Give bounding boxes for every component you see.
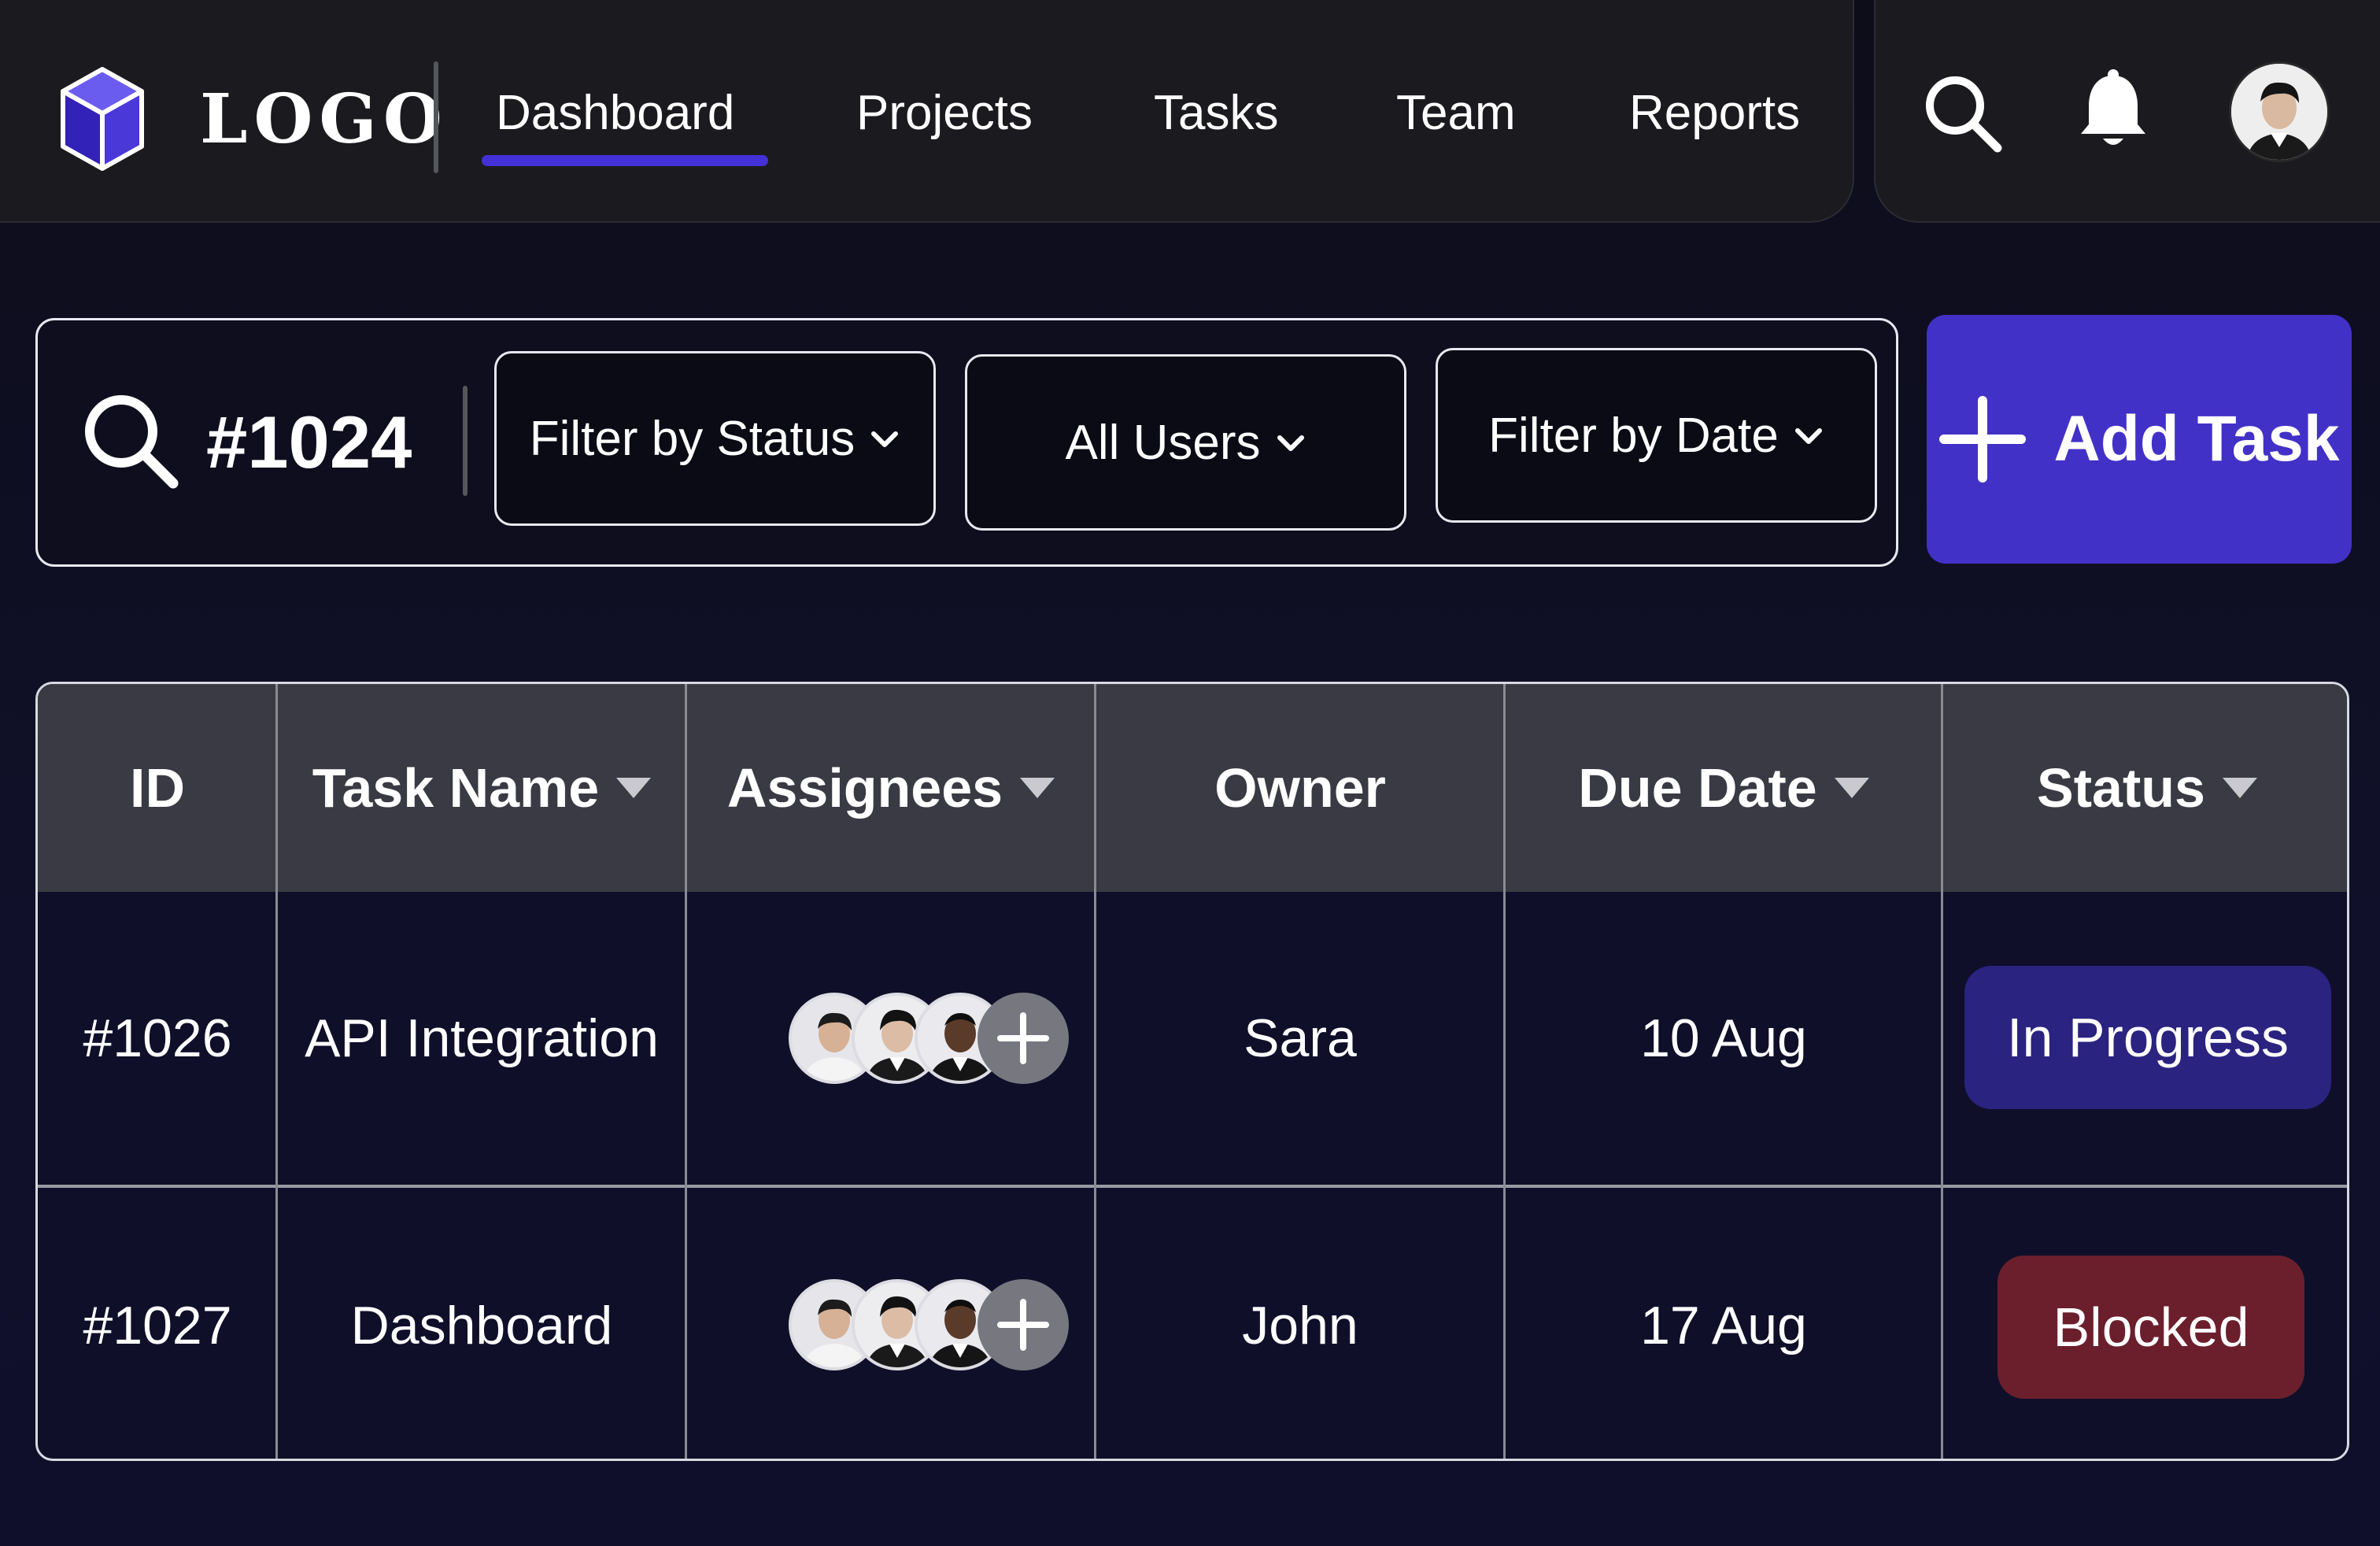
- column-header-id[interactable]: ID: [38, 684, 277, 892]
- plus-icon: [997, 1012, 1049, 1064]
- filter-users-label: All Users: [1065, 415, 1261, 470]
- avatar-portrait-icon: [2231, 64, 2327, 160]
- filter-status-label: Filter by Status: [529, 411, 856, 466]
- active-nav-indicator: [482, 155, 768, 166]
- column-header-owner-label: Owner: [1214, 757, 1386, 819]
- assignee-avatars[interactable]: [789, 993, 1069, 1084]
- user-avatar[interactable]: [2229, 61, 2330, 162]
- column-header-due-date-label: Due Date: [1578, 757, 1817, 819]
- filter-users-dropdown[interactable]: All Users: [965, 354, 1406, 531]
- column-divider: [275, 684, 278, 1459]
- cell-id: #1027: [83, 1296, 232, 1356]
- bell-icon[interactable]: [2078, 69, 2149, 151]
- column-header-due-date[interactable]: Due Date: [1505, 684, 1942, 892]
- search-field-icon: [85, 395, 179, 489]
- filter-date-label: Filter by Date: [1488, 408, 1779, 463]
- add-task-label: Add Task: [2053, 403, 2340, 475]
- search-divider: [463, 386, 468, 496]
- add-assignee-button[interactable]: [978, 993, 1069, 1084]
- column-header-task-name[interactable]: Task Name: [277, 684, 686, 892]
- cell-owner: John: [1242, 1296, 1358, 1356]
- cell-due-date: 17 Aug: [1640, 1296, 1807, 1356]
- table-row[interactable]: #1026 API Integration Sara 10 Aug In Pro…: [38, 892, 2347, 1185]
- cell-id: #1026: [83, 1008, 232, 1068]
- status-badge[interactable]: Blocked: [1998, 1256, 2304, 1399]
- column-header-status-label: Status: [2037, 757, 2205, 819]
- plus-icon: [997, 1299, 1049, 1351]
- tasks-table: ID Task Name Assignees Owner Due Date St…: [35, 682, 2349, 1461]
- nav-link-dashboard[interactable]: Dashboard: [496, 82, 734, 145]
- column-divider: [685, 684, 687, 1459]
- assignee-avatars[interactable]: [789, 1279, 1069, 1370]
- add-task-button[interactable]: Add Task: [1927, 315, 2352, 564]
- table-row[interactable]: #1027 Dashboard John 17 Aug Blocked: [38, 1188, 2347, 1459]
- column-header-assignees-label: Assignees: [726, 757, 1003, 819]
- filter-date-dropdown[interactable]: Filter by Date: [1436, 348, 1877, 523]
- nav-link-reports[interactable]: Reports: [1629, 82, 1800, 145]
- sort-triangle-icon: [2222, 778, 2257, 798]
- search-input[interactable]: #1024: [206, 403, 412, 482]
- sort-triangle-icon: [616, 778, 652, 798]
- chevron-down-icon: [871, 431, 899, 447]
- sort-triangle-icon: [1020, 778, 1055, 798]
- nav-link-tasks[interactable]: Tasks: [1154, 82, 1278, 145]
- sort-triangle-icon: [1834, 778, 1869, 798]
- chevron-down-icon: [1794, 428, 1822, 444]
- chevron-down-icon: [1277, 435, 1304, 451]
- logo-text: LOGO: [200, 80, 449, 159]
- column-header-owner[interactable]: Owner: [1096, 684, 1505, 892]
- column-header-id-label: ID: [130, 757, 185, 819]
- plus-icon: [1938, 396, 2026, 483]
- nav-divider: [434, 61, 438, 173]
- cell-owner: Sara: [1244, 1008, 1357, 1068]
- column-divider: [1503, 684, 1506, 1459]
- cell-task-name: Dashboard: [350, 1296, 613, 1356]
- page: LOGO Dashboard Projects Tasks Team Repor…: [0, 0, 2380, 1546]
- filter-status-dropdown[interactable]: Filter by Status: [494, 351, 936, 526]
- column-divider: [1941, 684, 1943, 1459]
- cube-logo-icon[interactable]: [57, 65, 148, 173]
- nav-link-projects[interactable]: Projects: [856, 82, 1033, 145]
- add-assignee-button[interactable]: [978, 1279, 1069, 1370]
- column-header-task-name-label: Task Name: [312, 757, 600, 819]
- table-header-row: ID Task Name Assignees Owner Due Date St…: [38, 684, 2347, 892]
- column-header-assignees[interactable]: Assignees: [686, 684, 1096, 892]
- column-divider: [1094, 684, 1096, 1459]
- search-icon[interactable]: [1922, 72, 2004, 154]
- status-badge[interactable]: In Progress: [1964, 966, 2331, 1109]
- cell-due-date: 10 Aug: [1640, 1008, 1807, 1068]
- nav-link-team[interactable]: Team: [1396, 82, 1516, 145]
- column-header-status[interactable]: Status: [1942, 684, 2347, 892]
- cell-task-name: API Integration: [305, 1008, 659, 1068]
